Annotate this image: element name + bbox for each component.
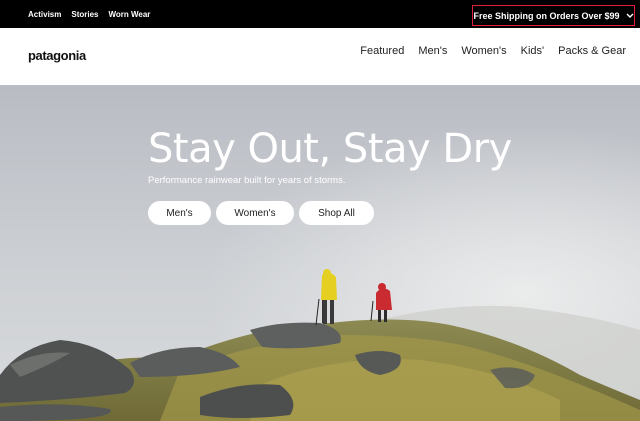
main-nav: Featured Men's Women's Kids' Packs & Gea… [360, 45, 626, 57]
hero-banner: Stay Out, Stay Dry Performance rainwear … [0, 85, 640, 421]
utility-bar: Activism Stories Worn Wear Free Shipping… [0, 0, 640, 28]
nav-mens[interactable]: Men's [418, 45, 447, 57]
utility-links: Activism Stories Worn Wear [28, 0, 150, 28]
nav-womens[interactable]: Women's [461, 45, 506, 57]
free-shipping-promo[interactable]: Free Shipping on Orders Over $99 [472, 5, 635, 26]
hero-button-group: Men's Women's Shop All [148, 201, 374, 225]
stories-link[interactable]: Stories [71, 10, 98, 19]
free-shipping-text: Free Shipping on Orders Over $99 [473, 10, 620, 21]
shop-all-button[interactable]: Shop All [299, 201, 374, 225]
shop-mens-button[interactable]: Men's [148, 201, 211, 225]
chevron-down-icon [626, 13, 634, 18]
worn-wear-link[interactable]: Worn Wear [108, 10, 150, 19]
nav-featured[interactable]: Featured [360, 45, 404, 57]
nav-packs-gear[interactable]: Packs & Gear [558, 45, 626, 57]
shop-womens-button[interactable]: Women's [216, 201, 294, 225]
activism-link[interactable]: Activism [28, 10, 61, 19]
hero-subtitle: Performance rainwear built for years of … [148, 175, 346, 186]
hero-title: Stay Out, Stay Dry [148, 126, 512, 172]
nav-kids[interactable]: Kids' [521, 45, 545, 57]
patagonia-logo[interactable]: patagonia [28, 48, 86, 63]
